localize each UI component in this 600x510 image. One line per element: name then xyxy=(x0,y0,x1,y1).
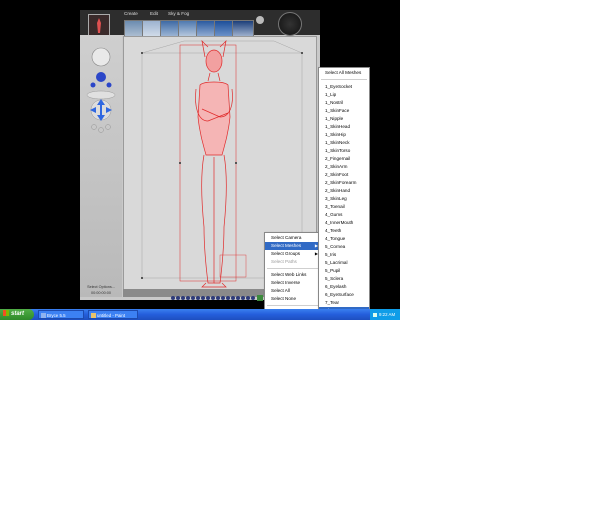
mesh-item[interactable]: 5_Pupil xyxy=(319,267,369,275)
mesh-item[interactable]: 1_SkinNeck xyxy=(319,139,369,147)
bryce-toolbar: Create Edit Sky & Fog xyxy=(80,10,320,44)
mesh-item[interactable]: 1_SkinFace xyxy=(319,107,369,115)
mesh-item[interactable]: 5_Sclera xyxy=(319,275,369,283)
menu-separator xyxy=(321,79,367,80)
sun-dial-icon[interactable] xyxy=(256,16,264,24)
menu-item-select-camera[interactable]: Select Camera xyxy=(265,234,320,242)
system-tray: 9:22 AM xyxy=(370,309,400,320)
mesh-item[interactable]: 1_Nostril xyxy=(319,99,369,107)
menu-sky-fog[interactable]: Sky & Fog xyxy=(168,11,189,16)
menu-item-select-inverse[interactable]: Select Inverse xyxy=(265,279,320,287)
mesh-item[interactable]: 1_Nipple xyxy=(319,115,369,123)
mesh-item[interactable]: 3_SkinLeg xyxy=(319,195,369,203)
small-control-icon-1[interactable] xyxy=(91,124,97,130)
tray-icon[interactable] xyxy=(373,312,377,317)
mesh-item[interactable]: 2_SkinFoot xyxy=(319,171,369,179)
task-bryce-label: Bryce 5.5 xyxy=(47,313,66,318)
mesh-item[interactable]: 7_Tear xyxy=(319,299,369,307)
menu-item-select-all[interactable]: Select All xyxy=(265,287,320,295)
sky-trackball[interactable] xyxy=(278,12,302,36)
mesh-item[interactable]: 2_Fingernail xyxy=(319,155,369,163)
camera-pan-icon[interactable] xyxy=(86,90,116,100)
mesh-item[interactable]: 5_Lacrimal xyxy=(319,259,369,267)
menu-item-select-web-links[interactable]: Select Web Links xyxy=(265,271,320,279)
start-button[interactable]: start xyxy=(0,309,34,320)
camera-nav-icon[interactable] xyxy=(96,72,106,82)
small-control-icon-2[interactable] xyxy=(98,127,104,133)
context-menu: Select Camera Select Meshes ▶ Select Grou… xyxy=(264,232,321,320)
bryce-app-icon xyxy=(41,313,46,318)
mesh-list: 1_EyeSocket 1_Lip 1_Nostril 1_SkinFace 1_Nip… xyxy=(319,83,369,320)
camera-nav-left-icon[interactable] xyxy=(90,82,96,88)
preview-thumbnail[interactable] xyxy=(88,14,110,36)
mesh-item[interactable]: 1_Lip xyxy=(319,91,369,99)
mesh-item[interactable]: 4_Tongue xyxy=(319,235,369,243)
desktop-screen: Create Edit Sky & Fog Select Options... … xyxy=(0,0,400,320)
task-paint-label: untitled - Paint xyxy=(97,313,126,318)
mesh-item[interactable]: 4_Teeth xyxy=(319,227,369,235)
menu-item-select-meshes-label: Select Meshes xyxy=(271,243,302,248)
menu-item-select-none[interactable]: Select None xyxy=(265,295,320,303)
meshes-submenu: Select All Meshes 1_EyeSocket 1_Lip 1_Nost… xyxy=(318,67,370,320)
mesh-item[interactable]: 1_SkinHead xyxy=(319,123,369,131)
mesh-item[interactable]: 1_SkinTorso xyxy=(319,147,369,155)
menu-separator xyxy=(267,268,318,269)
status-line-2: 00:00:00:00 xyxy=(90,291,112,295)
mesh-item[interactable]: 1_SkinHip xyxy=(319,131,369,139)
mesh-item[interactable]: 2_SkinForearm xyxy=(319,179,369,187)
status-line-1: Select Options... xyxy=(87,285,115,289)
camera-trackball-icon[interactable] xyxy=(91,47,111,67)
menu-item-select-groups[interactable]: Select Groups ▶ xyxy=(265,250,320,258)
mesh-item[interactable]: 5_Cornea xyxy=(319,243,369,251)
menu-item-select-groups-label: Select Groups xyxy=(271,251,301,256)
wireframe-figure[interactable] xyxy=(179,39,237,288)
menu-separator xyxy=(267,305,318,306)
menu-item-select-paths: Select Paths xyxy=(271,259,297,264)
mesh-item[interactable]: 1_EyeSocket xyxy=(319,83,369,91)
mesh-item[interactable]: 3_Toenail xyxy=(319,203,369,211)
small-control-icon-3[interactable] xyxy=(105,124,111,130)
start-label: start xyxy=(11,311,25,317)
camera-nav-right-icon[interactable] xyxy=(106,82,112,88)
task-bryce[interactable]: Bryce 5.5 xyxy=(38,310,84,319)
menu-edit[interactable]: Edit xyxy=(150,11,158,16)
mesh-item[interactable]: 6_Eyelash xyxy=(319,283,369,291)
mesh-item[interactable]: 4_Gums xyxy=(319,211,369,219)
mesh-item[interactable]: 2_SkinArm xyxy=(319,163,369,171)
render-icon[interactable] xyxy=(257,295,263,301)
submenu-select-all-meshes[interactable]: Select All Meshes xyxy=(319,69,369,77)
task-paint[interactable]: untitled - Paint xyxy=(88,310,138,319)
clock: 9:22 AM xyxy=(379,312,396,317)
mesh-item[interactable]: 6_EyeSurface xyxy=(319,291,369,299)
menu-item-select-meshes[interactable]: Select Meshes ▶ xyxy=(265,242,320,250)
windows-flag-icon xyxy=(3,310,9,317)
camera-control-panel: Select Options... 00:00:00:00 xyxy=(80,35,122,297)
mesh-item[interactable]: 5_Iris xyxy=(319,251,369,259)
menu-create[interactable]: Create xyxy=(124,11,138,16)
mesh-item[interactable]: 2_SkinHand xyxy=(319,187,369,195)
mesh-item[interactable]: 4_InnerMouth xyxy=(319,219,369,227)
paint-app-icon xyxy=(91,313,96,318)
